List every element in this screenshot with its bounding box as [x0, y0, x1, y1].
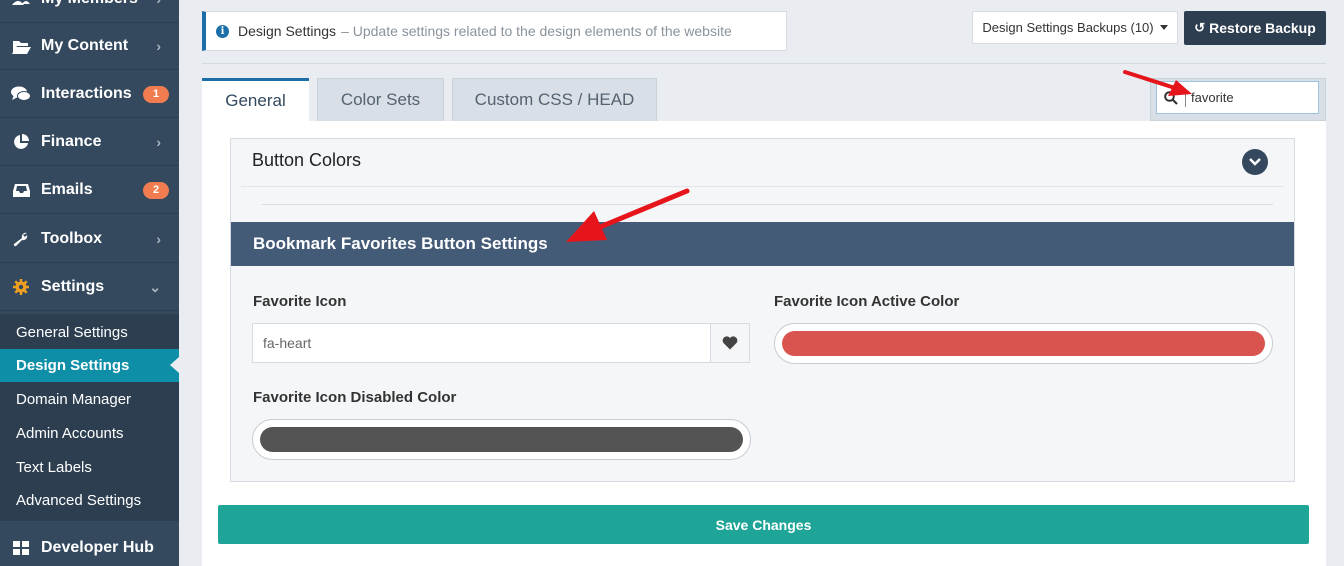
save-changes-button[interactable]: Save Changes	[218, 505, 1309, 544]
sidebar: My Members › My Content › Interactions 1…	[0, 0, 179, 566]
favorite-icon-input[interactable]: fa-heart	[252, 323, 711, 363]
sidebar-item-interactions[interactable]: Interactions 1	[0, 71, 179, 118]
submenu-item-label: General Settings	[16, 324, 128, 341]
sidebar-item-label: Interactions	[41, 85, 132, 102]
submenu-item-text-labels[interactable]: Text Labels	[0, 451, 179, 484]
settings-submenu: General Settings Design Settings Domain …	[0, 314, 179, 521]
section-title: Button Colors	[252, 150, 362, 170]
chevron-right-icon: ›	[156, 134, 161, 150]
submenu-item-design-settings[interactable]: Design Settings	[0, 349, 179, 382]
chevron-right-icon: ›	[156, 231, 161, 247]
chevron-right-icon: ›	[156, 0, 161, 7]
sidebar-item-label: My Members	[41, 0, 156, 8]
sidebar-item-my-content[interactable]: My Content ›	[0, 23, 179, 70]
submenu-item-general-settings[interactable]: General Settings	[0, 316, 179, 349]
chevron-down-icon	[1249, 158, 1261, 166]
page-title: Design Settings	[238, 23, 337, 39]
collapse-toggle-button[interactable]	[1242, 149, 1268, 175]
heart-icon	[722, 336, 738, 350]
submenu-item-label: Admin Accounts	[16, 425, 124, 442]
submenu-item-label: Design Settings	[16, 357, 130, 374]
history-icon: ↺	[1194, 20, 1206, 35]
submenu-item-label: Text Labels	[16, 459, 92, 476]
wrench-icon	[11, 229, 31, 249]
subsection-title: Bookmark Favorites Button Settings	[253, 234, 548, 253]
gear-icon	[11, 277, 31, 297]
tab-color-sets[interactable]: Color Sets	[317, 78, 444, 121]
submenu-item-label: Advanced Settings	[16, 492, 142, 509]
disabled-color-label: Favorite Icon Disabled Color	[253, 389, 457, 406]
page-header: i Design Settings – Update settings rela…	[202, 11, 787, 51]
settings-search[interactable]	[1156, 81, 1319, 114]
folder-open-icon	[11, 36, 31, 56]
chevron-down-icon: ⌄	[149, 278, 161, 295]
info-icon: i	[216, 24, 229, 38]
backups-dropdown-button[interactable]: Design Settings Backups (10)	[972, 11, 1178, 44]
favorite-icon-value: fa-heart	[263, 335, 312, 351]
sidebar-item-label: Developer Hub	[41, 538, 154, 556]
submenu-item-admin-accounts[interactable]: Admin Accounts	[0, 417, 179, 450]
divider	[202, 63, 1326, 64]
sidebar-item-label: Emails	[41, 181, 93, 198]
tab-label: Custom CSS / HEAD	[474, 90, 635, 109]
icon-preview	[710, 323, 750, 363]
subsection-header: Bookmark Favorites Button Settings	[231, 222, 1294, 266]
sidebar-item-settings[interactable]: Settings ⌄	[0, 264, 179, 311]
search-icon	[1157, 90, 1185, 105]
sidebar-item-label: Finance	[41, 133, 102, 150]
page-description: – Update settings related to the design …	[341, 23, 732, 39]
sidebar-item-label: My Content	[41, 37, 129, 54]
restore-backup-label: Restore Backup	[1209, 20, 1316, 36]
sidebar-item-finance[interactable]: Finance ›	[0, 119, 179, 166]
chevron-right-icon: ›	[156, 38, 161, 54]
tab-general[interactable]: General	[202, 78, 309, 121]
active-color-label: Favorite Icon Active Color	[774, 293, 960, 310]
submenu-item-domain-manager[interactable]: Domain Manager	[0, 383, 179, 416]
active-color-swatch	[782, 331, 1265, 356]
restore-backup-button[interactable]: ↺ Restore Backup	[1184, 11, 1326, 45]
submenu-item-advanced-settings[interactable]: Advanced Settings	[0, 484, 179, 517]
active-color-picker[interactable]	[774, 323, 1273, 364]
inbox-icon	[11, 180, 31, 200]
backups-dropdown-label: Design Settings Backups (10)	[982, 20, 1154, 35]
disabled-color-swatch	[260, 427, 743, 452]
tab-label: Color Sets	[340, 90, 421, 109]
sidebar-item-my-members[interactable]: My Members ›	[0, 0, 179, 23]
save-changes-label: Save Changes	[715, 516, 812, 533]
divider	[262, 204, 1273, 205]
users-icon	[11, 0, 31, 9]
search-input[interactable]	[1185, 88, 1315, 107]
notification-badge: 2	[143, 181, 169, 199]
comments-icon	[11, 84, 31, 104]
grid-icon	[11, 538, 31, 558]
favorite-icon-label: Favorite Icon	[253, 293, 347, 310]
disabled-color-picker[interactable]	[252, 419, 751, 460]
divider	[241, 186, 1284, 187]
sidebar-item-toolbox[interactable]: Toolbox ›	[0, 216, 179, 263]
caret-down-icon	[1159, 25, 1168, 30]
sidebar-item-developer-hub[interactable]: Developer Hub	[0, 524, 179, 566]
submenu-item-label: Domain Manager	[16, 391, 132, 408]
pie-chart-icon	[11, 132, 31, 152]
sidebar-item-label: Toolbox	[41, 230, 103, 247]
sidebar-item-emails[interactable]: Emails 2	[0, 167, 179, 214]
tab-custom-css-head[interactable]: Custom CSS / HEAD	[452, 78, 657, 121]
sidebar-item-label: Settings	[41, 278, 105, 295]
tab-label: General	[225, 91, 286, 110]
notification-badge: 1	[143, 85, 169, 103]
